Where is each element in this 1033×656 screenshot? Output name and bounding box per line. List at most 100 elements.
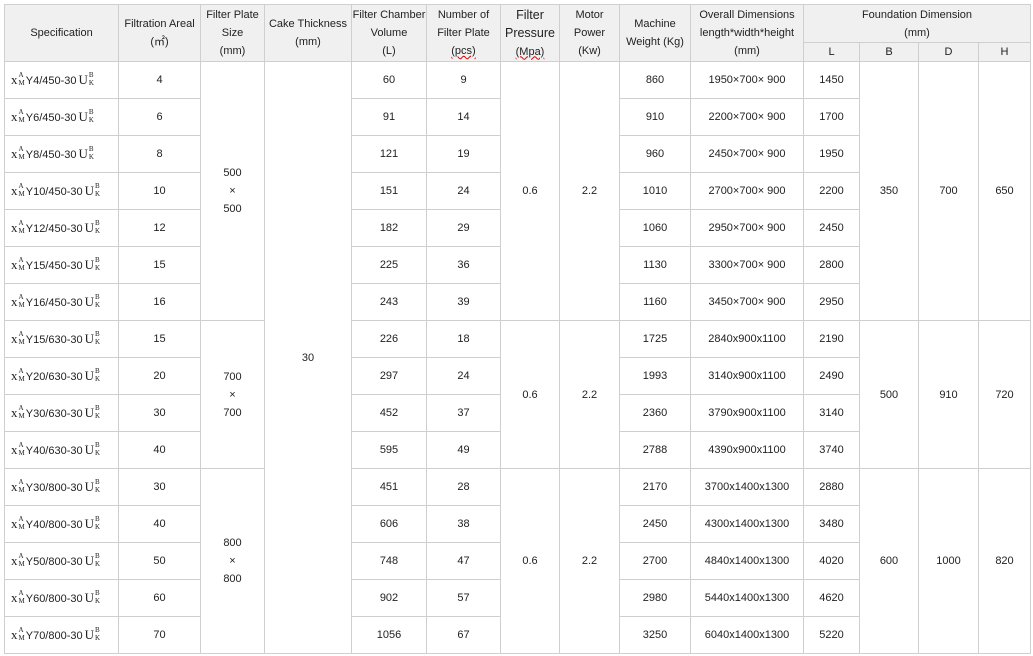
filtration-area-cell: 40 bbox=[118, 431, 201, 469]
unit: (Mpa) bbox=[515, 45, 545, 58]
foundation-B-cell: 500 bbox=[859, 320, 919, 469]
overall-dimensions-cell: 3450×700× 900 bbox=[690, 283, 804, 321]
overall-dimensions-cell: 4300x1400x1300 bbox=[690, 505, 804, 543]
spec-mark: B bbox=[95, 181, 100, 190]
spec-mark: x bbox=[11, 71, 18, 87]
plate-size-part: 800 bbox=[223, 573, 242, 585]
foundation-D-cell: 700 bbox=[918, 61, 979, 321]
label: Filtration Areal bbox=[124, 18, 195, 30]
spec-mark: U bbox=[84, 293, 95, 309]
spec-mark: B bbox=[88, 70, 94, 79]
model-name: Y15/630-30 bbox=[25, 333, 83, 346]
header-machine-weight: Machine Weight (Kg) bbox=[619, 4, 691, 62]
chamber-volume-cell: 451 bbox=[351, 468, 427, 506]
plate-size-part: 500 bbox=[223, 167, 242, 179]
header-motor-power: Motor Power (Kw) bbox=[559, 4, 620, 62]
spec-mark: B bbox=[88, 144, 94, 153]
foundation-L-cell: 3480 bbox=[803, 505, 860, 543]
spec-mark-stack: BK bbox=[95, 219, 100, 235]
model-name: Y12/450-30 bbox=[25, 222, 83, 235]
spec-mark: B bbox=[95, 255, 100, 264]
unit: (Kw) bbox=[578, 45, 601, 57]
specification-cell: x A M Y40/800-30 U B K bbox=[4, 505, 119, 543]
spec-mark: B bbox=[95, 292, 100, 301]
spec-mark: A bbox=[18, 440, 24, 449]
spec-mark: A bbox=[18, 218, 24, 227]
machine-weight-cell: 910 bbox=[619, 98, 691, 136]
chamber-volume-cell: 60 bbox=[351, 61, 427, 99]
spec-mark-stack: BK bbox=[95, 182, 100, 198]
plate-count-cell: 29 bbox=[426, 209, 501, 247]
header-plate-size: Filter Plate Size (mm) bbox=[200, 4, 265, 62]
spec-mark: U bbox=[84, 589, 95, 605]
machine-weight-cell: 2980 bbox=[619, 579, 691, 617]
spec-mark-stack: BK bbox=[95, 256, 100, 272]
model-name: Y10/450-30 bbox=[25, 185, 83, 198]
spec-mark: M bbox=[18, 633, 25, 642]
spec-mark-stack: BK bbox=[89, 145, 94, 161]
header-cake-thickness: Cake Thickness (mm) bbox=[264, 4, 352, 62]
model-name: Y4/450-30 bbox=[25, 74, 77, 87]
header-B: B bbox=[859, 42, 919, 62]
spec-mark: x bbox=[11, 478, 18, 494]
spec-mark: M bbox=[18, 300, 25, 309]
filtration-area-cell: 15 bbox=[118, 246, 201, 284]
label: Machine bbox=[634, 18, 676, 30]
unit: (L) bbox=[382, 45, 396, 57]
label: Pressure bbox=[504, 25, 556, 40]
spec-mark: B bbox=[95, 551, 100, 560]
plate-count-cell: 24 bbox=[426, 172, 501, 210]
plate-size-cell: 800 × 800 bbox=[200, 468, 265, 654]
unit: (mm) bbox=[734, 45, 760, 57]
filtration-area-cell: 20 bbox=[118, 357, 201, 395]
spec-mark: B bbox=[95, 366, 100, 375]
machine-weight-cell: 2450 bbox=[619, 505, 691, 543]
model-name: Y70/800-30 bbox=[25, 629, 83, 642]
plate-count-cell: 37 bbox=[426, 394, 501, 432]
motor-power-cell: 2.2 bbox=[559, 468, 620, 654]
plate-size-part: 500 bbox=[223, 203, 242, 215]
spec-mark: B bbox=[95, 477, 100, 486]
specification-cell: x A M Y15/450-30 U B K bbox=[4, 246, 119, 284]
spec-mark: x bbox=[11, 589, 18, 605]
chamber-volume-cell: 606 bbox=[351, 505, 427, 543]
spec-mark-stack: BK bbox=[95, 478, 100, 494]
spec-mark: K bbox=[95, 189, 101, 198]
plate-count-cell: 18 bbox=[426, 320, 501, 358]
spec-mark: B bbox=[95, 625, 100, 634]
spec-mark: K bbox=[88, 78, 94, 87]
spec-mark: A bbox=[18, 70, 24, 79]
foundation-H-cell: 820 bbox=[978, 468, 1031, 654]
spec-mark-stack: AM bbox=[19, 182, 25, 198]
machine-weight-cell: 1160 bbox=[619, 283, 691, 321]
foundation-L-cell: 1950 bbox=[803, 135, 860, 173]
spec-mark: U bbox=[84, 626, 95, 642]
foundation-L-cell: 2880 bbox=[803, 468, 860, 506]
filter-pressure-cell: 0.6 bbox=[500, 468, 560, 654]
plate-size-part: 700 bbox=[223, 406, 242, 419]
spec-mark: U bbox=[84, 330, 95, 346]
foundation-L-cell: 2200 bbox=[803, 172, 860, 210]
spec-mark: A bbox=[18, 403, 24, 412]
spec-mark: M bbox=[18, 559, 25, 568]
header-foundation-dimension: Foundation Dimension (mm) bbox=[803, 4, 1031, 43]
chamber-volume-cell: 902 bbox=[351, 579, 427, 617]
spec-mark-stack: AM bbox=[19, 404, 25, 420]
foundation-B-cell: 600 bbox=[859, 468, 919, 654]
spec-mark-stack: AM bbox=[19, 441, 25, 457]
cake-thickness-cell: 30 bbox=[264, 61, 352, 654]
plate-count-cell: 67 bbox=[426, 616, 501, 654]
foundation-L-cell: 5220 bbox=[803, 616, 860, 654]
machine-weight-cell: 960 bbox=[619, 135, 691, 173]
header-chamber-volume: Filter Chamber Volume (L) bbox=[351, 4, 427, 62]
spec-mark: U bbox=[84, 256, 95, 272]
label: length*width*height bbox=[699, 27, 795, 39]
spec-mark-stack: AM bbox=[19, 589, 25, 605]
specification-cell: x A M Y8/450-30 U B K bbox=[4, 135, 119, 173]
machine-weight-cell: 860 bbox=[619, 61, 691, 99]
model-name: Y60/800-30 bbox=[25, 592, 83, 605]
spec-mark: U bbox=[84, 182, 95, 198]
spec-mark-stack: BK bbox=[95, 367, 100, 383]
spec-mark: K bbox=[95, 263, 101, 272]
plate-size-part: 700 bbox=[223, 370, 242, 383]
